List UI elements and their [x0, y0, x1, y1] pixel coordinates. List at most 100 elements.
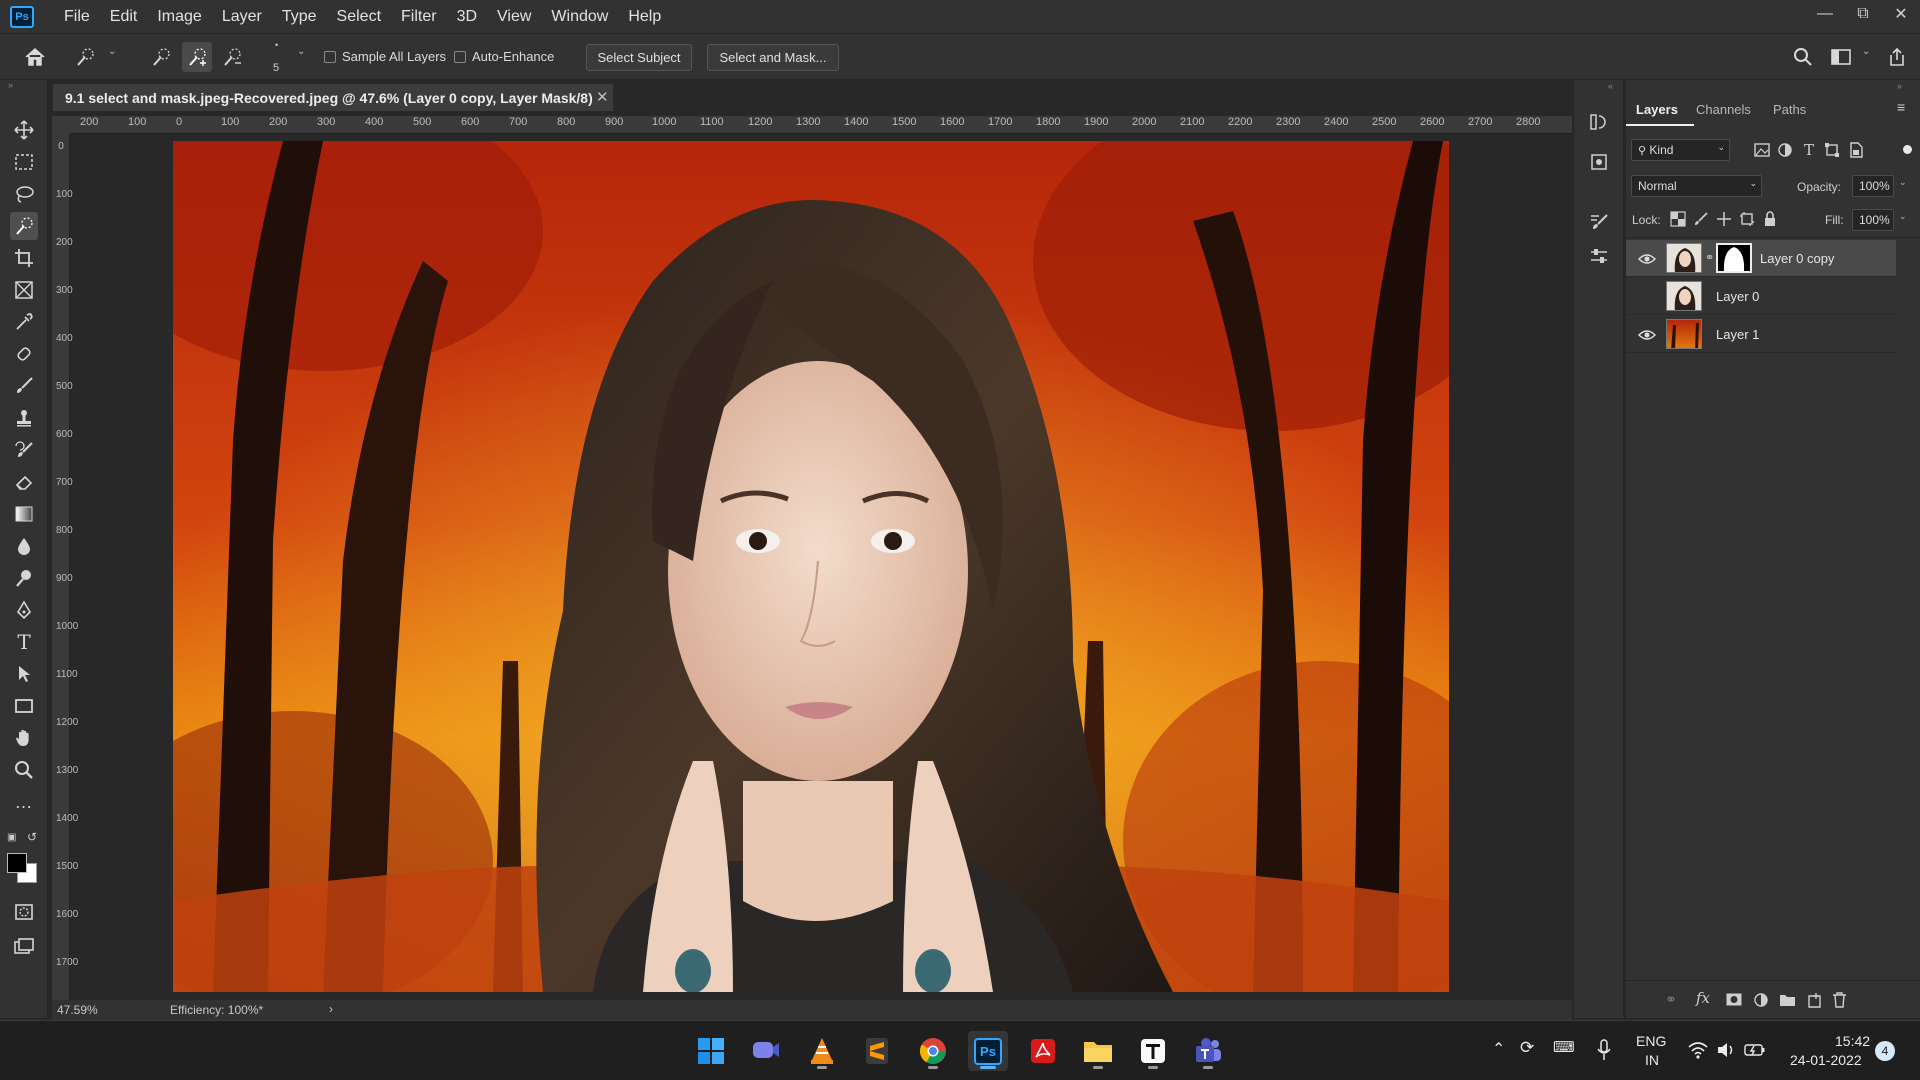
clock-time[interactable]: 15:42	[1835, 1033, 1870, 1049]
brush-size-value[interactable]: 5	[273, 62, 279, 74]
lock-artboard-icon[interactable]	[1739, 211, 1755, 227]
sync-icon[interactable]: ⟳	[1520, 1038, 1534, 1058]
tab-channels[interactable]: Channels	[1696, 102, 1751, 117]
menu-type[interactable]: Type	[272, 0, 327, 33]
visibility-toggle-empty[interactable]	[1638, 288, 1656, 304]
eraser-icon[interactable]	[10, 468, 38, 496]
pixel-layer-filter-icon[interactable]	[1753, 141, 1771, 159]
vlc-icon[interactable]	[802, 1031, 842, 1071]
keyboard-icon[interactable]: ⌨	[1553, 1038, 1575, 1056]
properties-panel-icon[interactable]	[1585, 148, 1613, 176]
move-tool-icon[interactable]	[10, 116, 38, 144]
visibility-eye-icon[interactable]	[1638, 253, 1656, 265]
hand-icon[interactable]	[10, 724, 38, 752]
dodge-icon[interactable]	[10, 564, 38, 592]
eyedropper-icon[interactable]	[10, 308, 38, 336]
chevron-down-icon[interactable]: ⌄	[1899, 177, 1907, 188]
zoom-icon[interactable]	[10, 756, 38, 784]
minimize-icon[interactable]: —	[1806, 0, 1844, 28]
healing-brush-icon[interactable]	[10, 340, 38, 368]
opacity-input[interactable]: 100%	[1852, 175, 1894, 197]
select-subject-button[interactable]: Select Subject	[586, 44, 692, 71]
ruler-origin[interactable]	[52, 116, 70, 134]
quick-selection-tool-preset-icon[interactable]	[70, 42, 100, 72]
smart-object-filter-icon[interactable]	[1847, 141, 1865, 159]
rectangle-icon[interactable]	[10, 692, 38, 720]
layer-thumbnail[interactable]	[1666, 281, 1702, 311]
clock-date[interactable]: 24-01-2022	[1790, 1052, 1862, 1068]
menu-help[interactable]: Help	[618, 0, 671, 33]
select-and-mask-button[interactable]: Select and Mask...	[707, 44, 839, 71]
filter-toggle-icon[interactable]	[1903, 145, 1912, 154]
shape-layer-filter-icon[interactable]	[1823, 141, 1841, 159]
gradient-icon[interactable]	[10, 500, 38, 528]
collapse-arrows-icon[interactable]: »	[1897, 81, 1902, 91]
history-panel-icon[interactable]	[1585, 108, 1613, 136]
chevron-down-icon[interactable]: ⌄	[1899, 211, 1907, 222]
home-icon[interactable]	[20, 42, 50, 72]
lock-transparent-pixels-icon[interactable]	[1670, 211, 1686, 227]
new-adjustment-layer-icon[interactable]	[1753, 992, 1769, 1008]
history-brush-icon[interactable]	[10, 436, 38, 464]
type-icon[interactable]: T	[10, 628, 38, 656]
blend-mode-select[interactable]: Normal ⌄	[1631, 175, 1762, 197]
tab-layers[interactable]: Layers	[1636, 102, 1678, 117]
chevron-right-icon[interactable]: ›	[329, 1002, 333, 1016]
menu-3d[interactable]: 3D	[447, 0, 487, 33]
typora-icon[interactable]	[1133, 1031, 1173, 1071]
chevron-up-icon[interactable]: ⌃	[1492, 1039, 1505, 1059]
layer-row[interactable]: Layer 0	[1626, 278, 1896, 315]
vertical-ruler[interactable]: 0 100 200 300 400 500 600 700 800 900 10…	[52, 134, 78, 1018]
more-tools-icon[interactable]: …	[10, 788, 38, 816]
sample-all-layers-checkbox[interactable]	[324, 51, 336, 63]
lock-all-icon[interactable]	[1762, 211, 1778, 227]
lasso-icon[interactable]	[10, 180, 38, 208]
volume-icon[interactable]	[1716, 1041, 1736, 1059]
document-canvas[interactable]	[173, 141, 1449, 992]
rectangular-marquee-icon[interactable]	[10, 148, 38, 176]
menu-filter[interactable]: Filter	[391, 0, 447, 33]
close-icon[interactable]: ✕	[596, 88, 609, 106]
add-mask-icon[interactable]	[1726, 993, 1742, 1006]
mask-link-icon[interactable]: ⚭	[1705, 251, 1714, 264]
quick-selection-icon[interactable]	[10, 212, 38, 240]
foreground-color-swatch[interactable]	[7, 853, 27, 873]
path-selection-icon[interactable]	[10, 660, 38, 688]
horizontal-ruler[interactable]: 200 100 0 100 200 300 400 500 600 700 80…	[70, 116, 1572, 134]
menu-layer[interactable]: Layer	[212, 0, 272, 33]
chrome-icon[interactable]	[913, 1031, 953, 1071]
layer-name[interactable]: Layer 1	[1716, 327, 1759, 342]
swap-colors-icon[interactable]: ↺	[27, 830, 37, 844]
file-explorer-icon[interactable]	[1078, 1031, 1118, 1071]
new-group-icon[interactable]	[1779, 993, 1796, 1007]
menu-edit[interactable]: Edit	[100, 0, 148, 33]
collapse-arrows-icon[interactable]: «	[1608, 81, 1613, 91]
chevron-down-icon[interactable]: ⌄	[1862, 46, 1870, 57]
collapse-arrows-icon[interactable]: »	[8, 80, 13, 90]
menu-select[interactable]: Select	[327, 0, 391, 33]
add-to-selection-icon[interactable]	[182, 42, 212, 72]
language-line1[interactable]: ENG	[1636, 1033, 1666, 1049]
quick-mask-icon[interactable]	[10, 898, 38, 926]
language-line2[interactable]: IN	[1645, 1052, 1659, 1068]
crop-icon[interactable]	[10, 244, 38, 272]
layer-mask-thumbnail[interactable]	[1716, 243, 1752, 273]
visibility-eye-icon[interactable]	[1638, 329, 1656, 341]
blur-icon[interactable]	[10, 532, 38, 560]
layer-filter-select[interactable]: ⚲ Kind ⌄	[1631, 139, 1730, 161]
frame-icon[interactable]	[10, 276, 38, 304]
microphone-icon[interactable]	[1597, 1039, 1611, 1061]
auto-enhance-checkbox[interactable]	[454, 51, 466, 63]
fill-input[interactable]: 100%	[1852, 209, 1894, 231]
layer-name[interactable]: Layer 0 copy	[1760, 251, 1834, 266]
microsoft-teams-icon[interactable]	[1188, 1031, 1228, 1071]
wifi-icon[interactable]	[1688, 1041, 1708, 1059]
subtract-from-selection-icon[interactable]	[217, 42, 247, 72]
type-layer-filter-icon[interactable]: T	[1800, 141, 1818, 159]
notification-badge[interactable]: 4	[1875, 1041, 1895, 1061]
close-icon[interactable]: ✕	[1882, 0, 1920, 28]
lock-position-icon[interactable]	[1716, 211, 1732, 227]
sublime-text-icon[interactable]	[857, 1031, 897, 1071]
acrobat-icon[interactable]	[1023, 1031, 1063, 1071]
zoom-level[interactable]: 47.59%	[57, 1003, 98, 1017]
